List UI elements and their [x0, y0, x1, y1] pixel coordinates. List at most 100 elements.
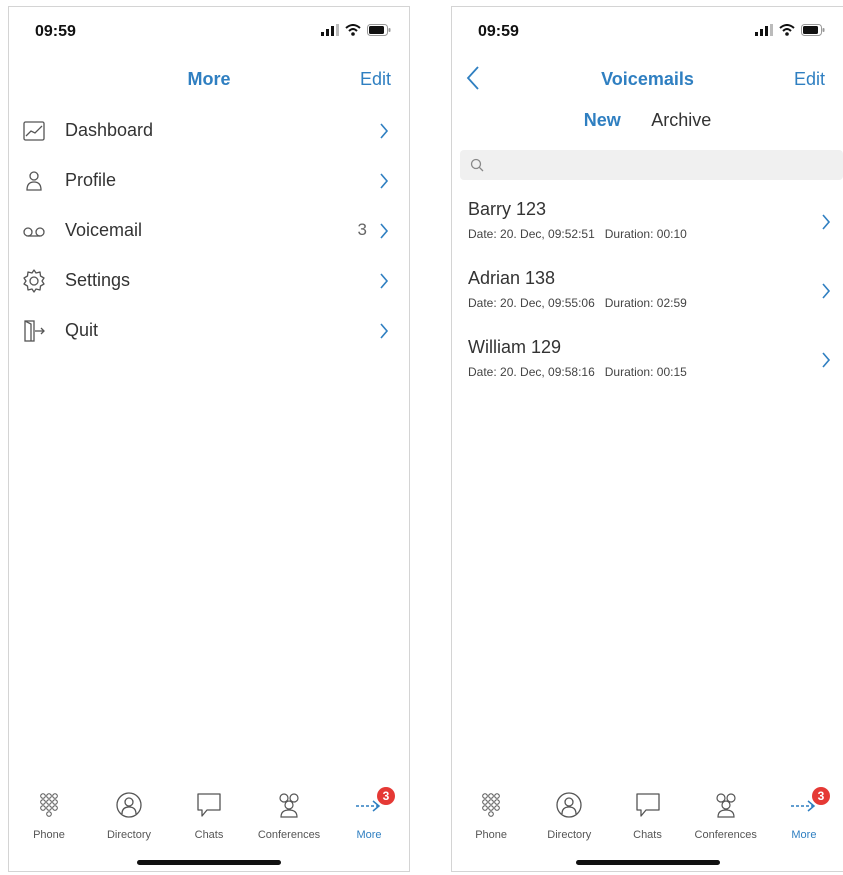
keypad-icon	[482, 793, 500, 817]
voicemail-meta: Date: 20. Dec, 09:52:51 Duration: 00:10	[468, 227, 687, 241]
tab-label: Phone	[475, 829, 507, 841]
voicemails-screen: 09:59 Voicemails Edit New Archive Barry …	[451, 6, 843, 872]
notification-badge: 3	[377, 787, 395, 805]
chevron-right-icon	[822, 283, 831, 299]
status-time: 09:59	[35, 23, 76, 40]
menu-label: Voicemail	[65, 220, 143, 240]
voicemail-date: Date: 20. Dec, 09:52:51	[468, 227, 595, 241]
nav-bar: More Edit	[9, 63, 409, 103]
tab-new[interactable]: New	[584, 110, 621, 131]
voicemail-caller: Adrian 138	[468, 268, 556, 288]
search-icon	[470, 158, 484, 172]
status-icons	[755, 24, 825, 36]
tab-label: Directory	[547, 829, 592, 841]
contact-icon	[116, 792, 142, 818]
tab-chats[interactable]: Chats	[169, 783, 249, 849]
chevron-right-icon	[380, 223, 389, 239]
home-indicator[interactable]	[137, 860, 281, 865]
chevron-right-icon	[380, 323, 389, 339]
menu-item-dashboard[interactable]: Dashboard	[9, 107, 409, 157]
tab-directory[interactable]: Directory	[89, 783, 169, 849]
menu-label: Dashboard	[65, 120, 154, 140]
voicemail-row[interactable]: William 129 Date: 20. Dec, 09:58:16 Durat…	[452, 331, 843, 400]
voicemail-duration: Duration: 00:15	[604, 365, 687, 379]
tab-label: Chats	[194, 829, 224, 841]
tab-directory[interactable]: Directory	[530, 783, 608, 849]
tab-phone[interactable]: Phone	[452, 783, 530, 849]
menu-item-voicemail[interactable]: Voicemail 3	[9, 207, 409, 257]
notification-badge: 3	[811, 787, 830, 805]
voicemail-date: Date: 20. Dec, 09:58:16	[468, 365, 595, 379]
chevron-right-icon	[380, 273, 389, 289]
group-icon	[279, 793, 299, 818]
tab-label: Phone	[33, 829, 65, 841]
menu-label: Quit	[65, 320, 99, 340]
chevron-right-icon	[380, 173, 389, 189]
menu-label: Settings	[65, 270, 131, 290]
keypad-icon	[40, 793, 58, 817]
voicemail-date: Date: 20. Dec, 09:55:06	[468, 296, 595, 310]
menu-item-profile[interactable]: Profile	[9, 157, 409, 207]
status-time: 09:59	[478, 23, 519, 40]
signal-icon	[321, 24, 339, 36]
menu-item-settings[interactable]: Settings	[9, 257, 409, 307]
chat-icon	[197, 793, 221, 817]
contact-icon	[556, 792, 582, 818]
edit-button[interactable]: Edit	[794, 69, 825, 90]
voicemail-row[interactable]: Adrian 138 Date: 20. Dec, 09:55:06 Durati…	[452, 262, 843, 331]
voicemail-icon	[23, 227, 45, 237]
tab-more[interactable]: 3 More	[329, 783, 409, 849]
signal-icon	[755, 24, 773, 36]
status-icons	[321, 24, 391, 36]
voicemail-caller: William 129	[468, 337, 562, 357]
menu-item-quit[interactable]: Quit	[9, 307, 409, 357]
search-input[interactable]	[490, 150, 843, 182]
tab-conferences[interactable]: Conferences	[249, 783, 329, 849]
page-title: Voicemails	[601, 69, 694, 89]
battery-icon	[367, 24, 391, 36]
wifi-icon	[345, 24, 361, 36]
segment-control: New Archive	[452, 110, 843, 140]
status-bar: 09:59	[9, 7, 409, 57]
tab-label: Conferences	[694, 829, 757, 841]
menu-label: Profile	[65, 170, 117, 190]
tab-conferences[interactable]: Conferences	[687, 783, 765, 849]
tab-archive[interactable]: Archive	[651, 110, 711, 131]
tab-label: Conferences	[257, 829, 321, 841]
tab-label: More	[791, 829, 817, 841]
voicemail-meta: Date: 20. Dec, 09:58:16 Duration: 00:15	[468, 365, 687, 379]
voicemail-count: 3	[357, 220, 367, 239]
more-screen: 09:59 More Edit Dashboard Profile Voicem…	[8, 6, 410, 872]
voicemail-meta: Date: 20. Dec, 09:55:06 Duration: 02:59	[468, 296, 687, 310]
chevron-right-icon	[380, 123, 389, 139]
tab-label: More	[356, 829, 382, 841]
exit-icon	[24, 320, 45, 342]
chat-icon	[635, 793, 660, 817]
status-bar: 09:59	[452, 7, 843, 57]
page-title: More	[187, 69, 231, 89]
nav-bar: Voicemails Edit	[452, 63, 843, 103]
voicemail-duration: Duration: 00:10	[604, 227, 687, 241]
wifi-icon	[779, 24, 795, 36]
chart-icon	[23, 121, 45, 141]
tab-bar: Phone Directory Chats Conferences 3 More	[9, 783, 409, 849]
search-bar	[460, 150, 843, 182]
voicemail-row[interactable]: Barry 123 Date: 20. Dec, 09:52:51 Duratio…	[452, 193, 843, 262]
voicemail-duration: Duration: 02:59	[604, 296, 687, 310]
edit-button[interactable]: Edit	[360, 69, 391, 90]
chevron-right-icon	[822, 214, 831, 230]
home-indicator[interactable]	[575, 860, 720, 865]
tab-more[interactable]: 3 More	[765, 783, 843, 849]
battery-icon	[801, 24, 825, 36]
voicemail-list: Barry 123 Date: 20. Dec, 09:52:51 Duratio…	[452, 193, 843, 400]
chevron-right-icon	[822, 352, 831, 368]
voicemail-caller: Barry 123	[468, 199, 547, 219]
tab-chats[interactable]: Chats	[608, 783, 686, 849]
menu-list: Dashboard Profile Voicemail 3 Settings Q…	[9, 107, 409, 357]
tab-bar: Phone Directory Chats Conferences 3 More	[452, 783, 843, 849]
gear-icon	[23, 269, 45, 293]
tab-label: Directory	[106, 829, 151, 841]
tab-phone[interactable]: Phone	[9, 783, 89, 849]
tab-label: Chats	[633, 829, 662, 841]
group-icon	[716, 793, 736, 818]
